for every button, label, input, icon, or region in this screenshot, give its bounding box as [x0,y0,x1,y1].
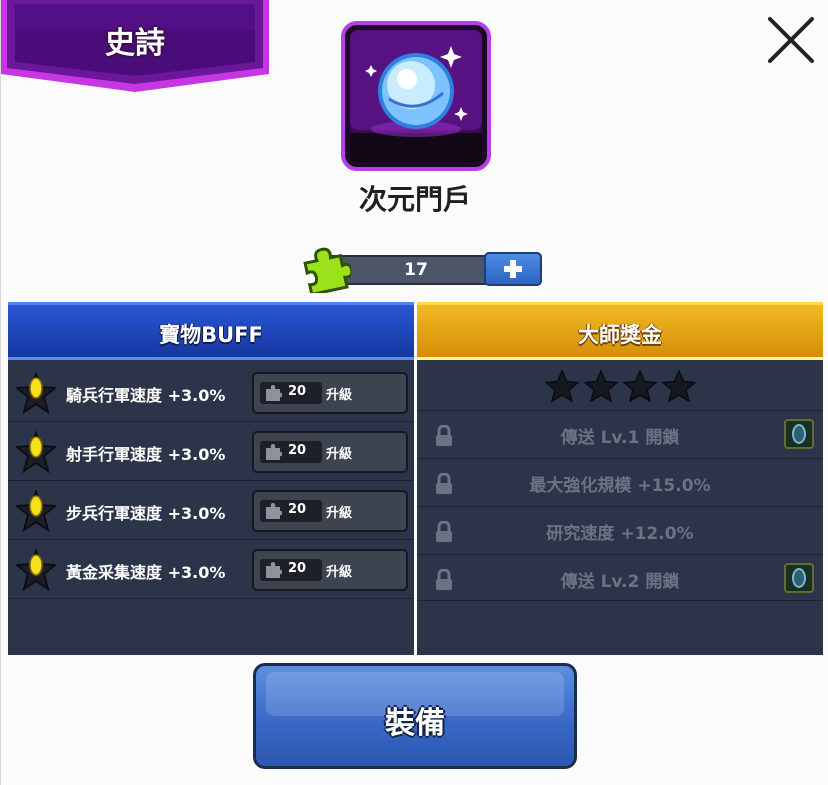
master-bonus-title: 大師獎金 [578,323,662,347]
puzzle-piece-icon [264,443,282,461]
upgrade-label: 升級 [326,506,353,521]
star-empty-icon [584,370,618,402]
portal-icon [784,563,814,593]
puzzle-piece-icon [264,561,282,579]
master-bonus-text: 傳送 Lv.1 開鎖 [560,428,680,448]
buff-row: 黃金采集速度 +3.0% 20 升級 [8,541,414,599]
equip-label: 裝備 [385,706,445,741]
buff-text: 騎兵行軍速度 +3.0% [66,386,226,405]
buff-row: 步兵行軍速度 +3.0% 20 升級 [8,482,414,540]
buff-row: 騎兵行軍速度 +3.0% 20 升級 [8,364,414,422]
star-empty-icon [662,370,696,402]
buff-row: 射手行軍速度 +3.0% 20 升級 [8,423,414,481]
upgrade-button[interactable]: 20 升級 [252,490,408,532]
master-bonus-panel: 大師獎金 傳送 Lv.1 開鎖 最大強化規模 +15.0% 研究速度 +12.0… [417,302,823,655]
master-bonus-header: 大師獎金 [417,302,823,360]
treasure-buff-title: 寶物BUFF [159,323,263,347]
master-bonus-text: 最大強化規模 +15.0% [529,476,711,496]
rarity-label: 史詩 [105,26,165,61]
upgrade-label: 升級 [326,388,353,403]
star-empty-icon [545,370,579,402]
master-bonus-row: 傳送 Lv.2 開鎖 [417,554,823,601]
master-bonus-row: 最大強化規模 +15.0% [417,458,823,505]
master-bonus-text: 研究速度 +12.0% [546,524,694,544]
crystal-orb-icon [341,21,491,171]
close-icon [768,17,814,63]
close-button[interactable] [765,14,817,66]
upgrade-cost: 20 [288,561,307,576]
treasure-buff-panel: 寶物BUFF 騎兵行軍速度 +3.0% 20 升級 射手行軍速度 +3.0% 2… [8,302,414,655]
upgrade-button[interactable]: 20 升級 [252,431,408,473]
portal-icon [784,419,814,449]
plus-icon [504,260,522,278]
item-name: 次元門戶 [358,183,471,216]
upgrade-cost: 20 [288,502,307,517]
buff-star-icon [14,371,58,415]
puzzle-piece-icon [264,384,282,402]
puzzle-piece-icon [264,502,282,520]
master-bonus-text: 傳送 Lv.2 開鎖 [560,572,680,592]
buff-text: 射手行軍速度 +3.0% [66,445,226,464]
lock-icon [436,521,452,542]
upgrade-label: 升級 [326,565,353,580]
upgrade-label: 升級 [326,447,353,462]
rarity-ribbon: 史詩 [1,0,269,92]
buff-star-icon [14,430,58,474]
lock-icon [436,569,452,590]
master-bonus-row: 研究速度 +12.0% [417,506,823,553]
lock-icon [436,425,452,446]
lock-icon [436,473,452,494]
upgrade-button[interactable]: 20 升級 [252,549,408,591]
buff-text: 步兵行軍速度 +3.0% [66,504,226,523]
fragment-count: 17 [404,260,428,280]
upgrade-cost: 20 [288,384,307,399]
puzzle-piece-icon [301,245,354,297]
equip-button[interactable]: 裝備 [253,663,577,769]
treasure-buff-header: 寶物BUFF [8,302,414,360]
upgrade-button[interactable]: 20 升級 [252,372,408,414]
add-fragment-button[interactable] [484,252,542,286]
master-star-rating [417,360,823,408]
buff-text: 黃金采集速度 +3.0% [66,563,226,582]
master-bonus-row: 傳送 Lv.1 開鎖 [417,410,823,457]
upgrade-cost: 20 [288,443,307,458]
item-detail-dialog: 史詩 次元門戶 17 寶物BUFF 騎兵行軍速度 +3.0% 20 升級 射手行… [0,0,828,785]
buff-star-icon [14,489,58,533]
buff-star-icon [14,548,58,592]
star-empty-icon [623,370,657,402]
